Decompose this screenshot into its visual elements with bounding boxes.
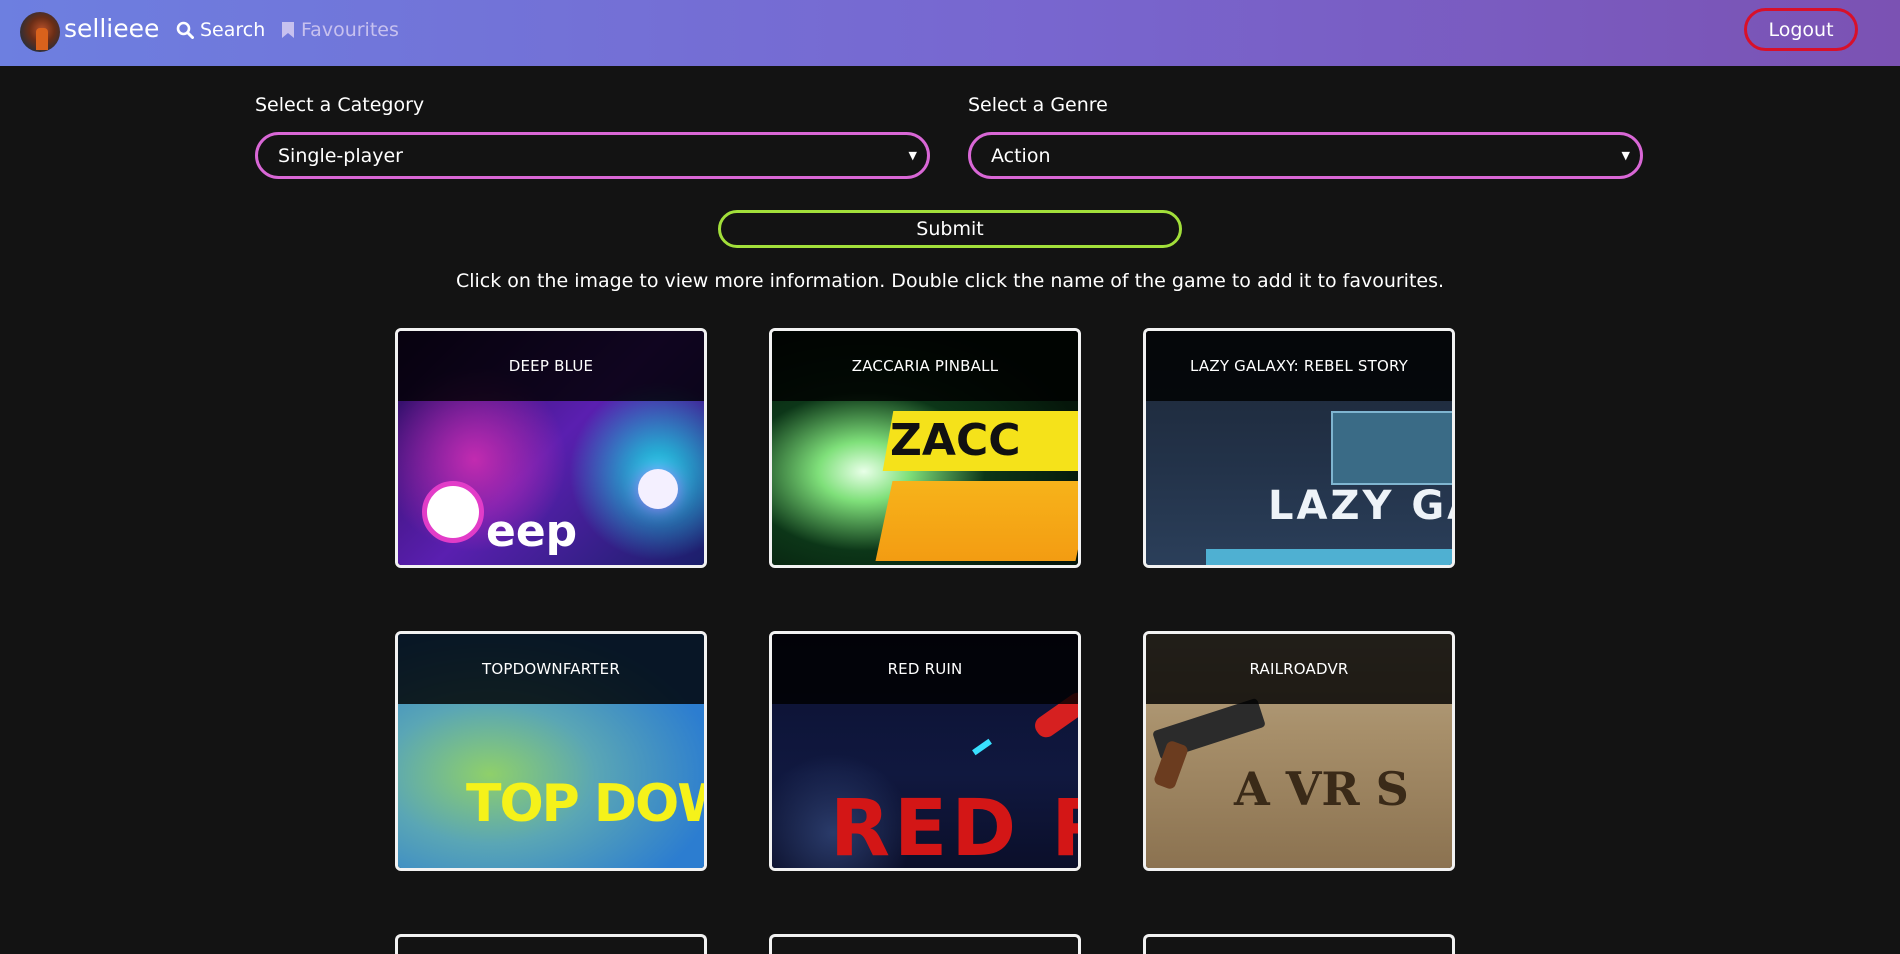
avatar[interactable] (20, 12, 60, 52)
game-image-text: eep (486, 506, 578, 557)
game-image-text: TOP DOWN (466, 774, 704, 834)
nav-search-label: Search (200, 19, 266, 41)
game-card-railroadvr[interactable]: A VR S RAILROADVR (1143, 631, 1455, 871)
genre-label: Select a Genre (968, 94, 1108, 116)
genre-select-value: Action (991, 144, 1051, 167)
genre-select[interactable]: Action ▼ (968, 132, 1643, 179)
game-card-topdownfarter[interactable]: TOP DOWN TOPDOWNFARTER (395, 631, 707, 871)
submit-button[interactable]: Submit (718, 210, 1182, 248)
game-card-zaccaria-pinball[interactable]: ZACC ZACCARIA PINBALL (769, 328, 1081, 568)
nav-favourites-label: Favourites (301, 19, 399, 41)
game-card-red-ruin[interactable]: RED R RED RUIN (769, 631, 1081, 871)
top-navbar: sellieee Search Favourites Logout (0, 0, 1900, 66)
category-label: Select a Category (255, 94, 425, 116)
game-image-text: RED R (830, 784, 1078, 871)
instructions-text: Click on the image to view more informat… (455, 270, 1445, 292)
game-card-lazy-galaxy[interactable]: LAZY GA LAZY GALAXY: REBEL STORY (1143, 328, 1455, 568)
nav-search-link[interactable]: Search (176, 17, 265, 43)
game-card-partial[interactable] (395, 934, 707, 954)
game-card-deep-blue[interactable]: eep DEEP BLUE (395, 328, 707, 568)
game-card-partial[interactable] (769, 934, 1081, 954)
bookmark-icon (282, 22, 294, 38)
game-title[interactable]: TOPDOWNFARTER (398, 634, 704, 704)
chevron-down-icon: ▼ (1621, 149, 1630, 162)
category-select[interactable]: Single-player ▼ (255, 132, 930, 179)
game-card-partial[interactable] (1143, 934, 1455, 954)
category-select-value: Single-player (278, 144, 403, 167)
game-title[interactable]: RAILROADVR (1146, 634, 1452, 704)
nav-favourites-link[interactable]: Favourites (281, 17, 399, 43)
search-icon (176, 21, 194, 39)
logout-button[interactable]: Logout (1744, 8, 1858, 51)
game-title[interactable]: DEEP BLUE (398, 331, 704, 401)
game-title[interactable]: LAZY GALAXY: REBEL STORY (1146, 331, 1452, 401)
brand-name[interactable]: sellieee (64, 12, 159, 46)
game-image-text: ZACC (890, 415, 1021, 466)
chevron-down-icon: ▼ (908, 149, 917, 162)
game-image-text: LAZY GA (1268, 483, 1452, 529)
game-image-text: A VR S (1234, 762, 1409, 816)
game-title[interactable]: RED RUIN (772, 634, 1078, 704)
game-title[interactable]: ZACCARIA PINBALL (772, 331, 1078, 401)
